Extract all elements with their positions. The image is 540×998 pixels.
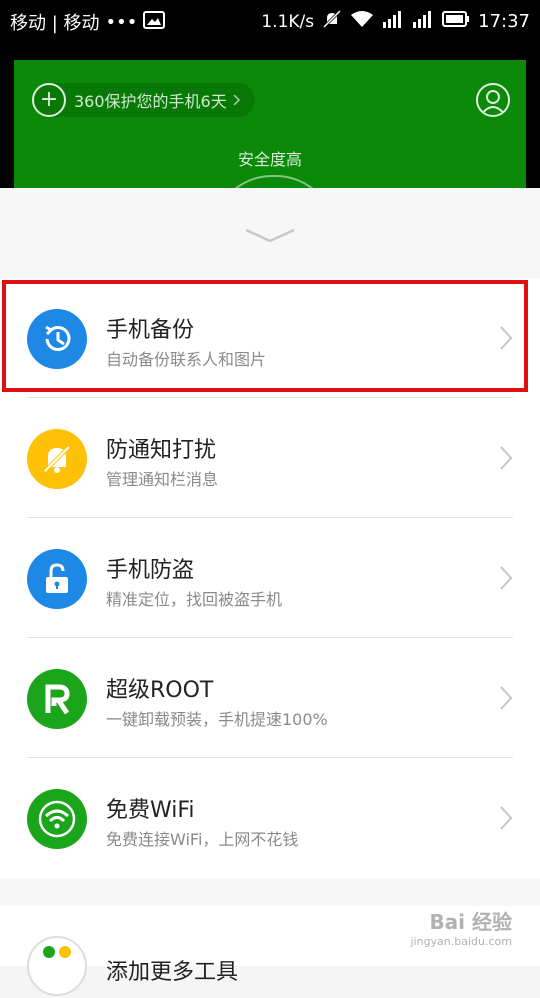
root-r-icon [27, 669, 87, 729]
tools-list: 手机备份 自动备份联系人和图片 防通知打扰 管理通知栏消息 手机防盗 精准定位，… [0, 278, 540, 878]
baidu-jingyan-watermark: Bai 经验 jingyan.baidu.com [410, 906, 512, 948]
list-item-free-wifi[interactable]: 免费WiFi 免费连接WiFi，上网不花钱 [0, 758, 540, 878]
list-item-backup[interactable]: 手机备份 自动备份联系人和图片 [0, 278, 540, 398]
clock: 17:37 [478, 11, 530, 32]
unlock-icon [27, 549, 87, 609]
carrier-label: 移动 | 移动 [10, 13, 100, 34]
item-subtitle: 管理通知栏消息 [106, 470, 219, 489]
history-clock-icon [27, 309, 87, 369]
plus-icon: + [32, 83, 66, 117]
list-item-anti-theft[interactable]: 手机防盗 精准定位，找回被盗手机 [0, 518, 540, 638]
chevron-right-icon [499, 805, 513, 835]
protect-days-pill[interactable]: + 360保护您的手机6天 [32, 83, 255, 117]
image-notification-icon [143, 10, 166, 34]
list-item-notification-block[interactable]: 防通知打扰 管理通知栏消息 [0, 398, 540, 518]
battery-icon [442, 11, 470, 32]
tools-sheet: 手机备份 自动备份联系人和图片 防通知打扰 管理通知栏消息 手机防盗 精准定位，… [0, 188, 540, 996]
network-speed: 1.1K/s [261, 11, 315, 32]
chevron-right-icon [499, 565, 513, 595]
watermark-text: Bai 经验 [429, 910, 512, 934]
security-header: + 360保护您的手机6天 安全度高 [14, 60, 526, 190]
protect-days-text: 360保护您的手机6天 [74, 92, 227, 111]
watermark-url: jingyan.baidu.com [410, 935, 512, 948]
notification-dots: ••• [105, 11, 138, 33]
security-status-text: 安全度高 [237, 150, 302, 169]
item-title: 免费WiFi [106, 798, 195, 823]
cell-signal-icon [382, 10, 404, 33]
chevron-right-icon [499, 685, 513, 715]
item-title: 超级ROOT [106, 678, 214, 703]
cell-signal-2-icon [412, 10, 434, 33]
item-subtitle: 免费连接WiFi，上网不花钱 [106, 830, 299, 849]
item-subtitle: 一键卸载预装，手机提速100% [106, 710, 328, 729]
chevron-right-icon [233, 91, 241, 110]
status-bar: 移动 | 移动 ••• 1.1K/s 17:37 [0, 0, 540, 40]
wifi-icon [27, 789, 87, 849]
item-subtitle: 精准定位，找回被盗手机 [106, 590, 283, 609]
bell-off-icon [27, 429, 87, 489]
item-subtitle: 自动备份联系人和图片 [106, 350, 267, 369]
list-item-super-root[interactable]: 超级ROOT 一键卸载预装，手机提速100% [0, 638, 540, 758]
item-title: 手机防盗 [106, 558, 195, 583]
wifi-signal-icon [350, 10, 374, 33]
collapse-chevron-icon[interactable] [244, 228, 296, 248]
item-title: 防通知打扰 [106, 438, 217, 463]
chevron-right-icon [499, 445, 513, 475]
item-title: 手机备份 [106, 318, 195, 343]
mute-icon [322, 9, 342, 34]
user-avatar-icon[interactable] [476, 83, 510, 117]
chevron-right-icon [499, 325, 513, 355]
more-tools-icon [27, 936, 87, 996]
more-tools-title: 添加更多工具 [106, 960, 239, 985]
